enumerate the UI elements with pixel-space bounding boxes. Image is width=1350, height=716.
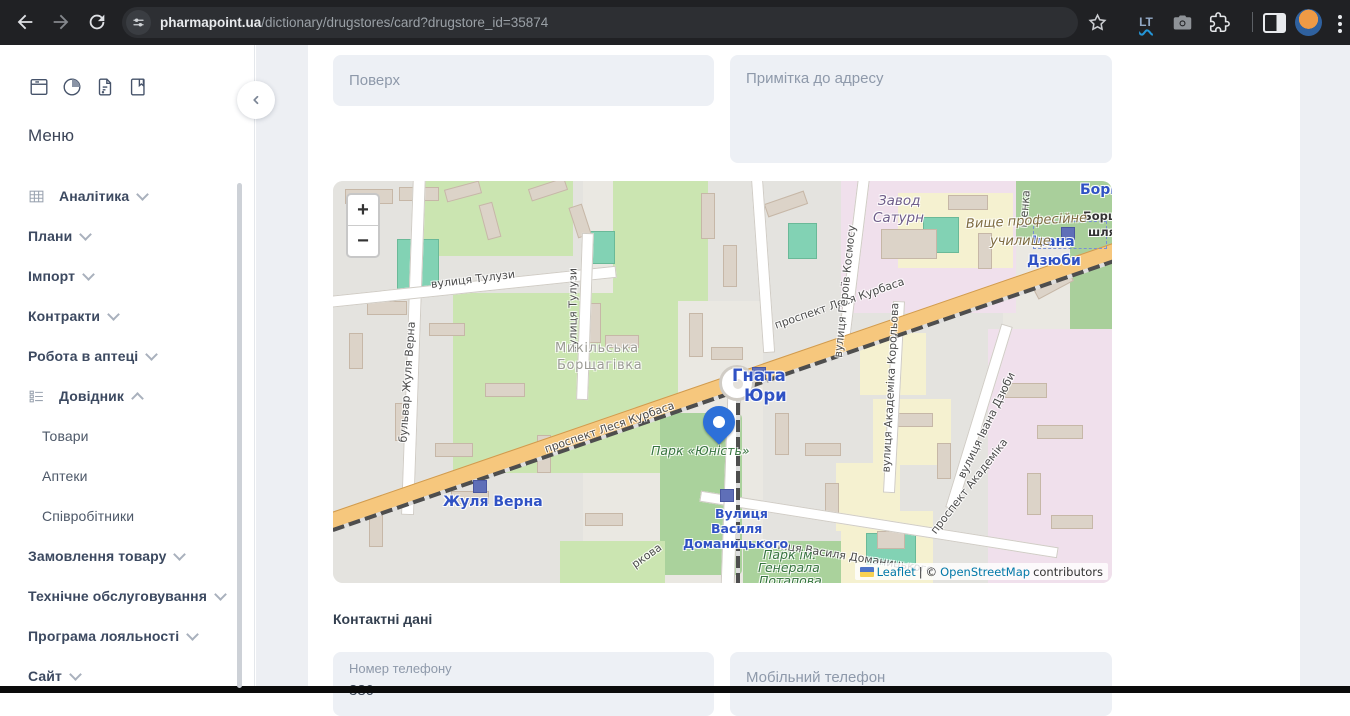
- list-icon: [28, 388, 45, 405]
- languagetool-extension-icon[interactable]: LT: [1134, 10, 1158, 34]
- map-tram-line: [736, 393, 740, 583]
- sidebar-subitem-employees[interactable]: Співробітники: [0, 496, 255, 536]
- sidebar-collapse-button[interactable]: [237, 81, 275, 119]
- document-icon[interactable]: [94, 76, 116, 98]
- map-label: Парк «Юність»: [651, 443, 750, 458]
- pie-chart-icon[interactable]: [61, 76, 83, 98]
- leaflet-link[interactable]: Leaflet: [877, 565, 916, 579]
- map-label: вулиця Тулузи: [567, 268, 580, 353]
- map-attribution: Leaflet | © OpenStreetMap contributors: [855, 563, 1108, 580]
- sidebar-item-dictionary[interactable]: Довідник: [0, 376, 255, 416]
- map-label: Потапова: [759, 573, 822, 583]
- side-panel-icon[interactable]: [1263, 13, 1286, 33]
- zoom-out-button[interactable]: −: [348, 226, 378, 256]
- toolbar-separator: [1252, 12, 1253, 32]
- floor-input[interactable]: [333, 55, 714, 106]
- floor-field: [333, 55, 714, 106]
- ukraine-flag-icon: [860, 567, 874, 577]
- map-label: Завод: [878, 193, 920, 209]
- forward-icon[interactable]: [50, 11, 72, 33]
- extensions-puzzle-icon[interactable]: [1207, 10, 1231, 34]
- grid-icon: [28, 188, 45, 205]
- sidebar-menu: Аналітика Плани Імпорт Контракти Робота …: [0, 176, 255, 696]
- back-icon[interactable]: [14, 11, 36, 33]
- url-text: pharmapoint.ua/dictionary/drugstores/car…: [160, 15, 548, 30]
- camera-extension-icon[interactable]: [1170, 10, 1194, 34]
- mobile-phone-input[interactable]: [730, 652, 1112, 703]
- sidebar-item-import[interactable]: Імпорт: [0, 256, 255, 296]
- map-label: Вулиця: [715, 506, 768, 521]
- zoom-in-button[interactable]: +: [348, 195, 378, 225]
- map-zoom-control: + −: [346, 193, 380, 258]
- browser-toolbar: pharmapoint.ua/dictionary/drugstores/car…: [0, 0, 1350, 45]
- archive-box-icon[interactable]: [28, 76, 50, 98]
- map-label: Борщагівка: [557, 358, 642, 373]
- map-sports-field: [788, 223, 817, 259]
- left-gutter: [256, 45, 308, 693]
- phone-number-label: Номер телефону: [349, 661, 698, 676]
- leaflet-map[interactable]: вулиця Тулузивулиця Тулузибульвар Жуля В…: [333, 181, 1112, 583]
- sidebar-item-goods-order[interactable]: Замовлення товару: [0, 536, 255, 576]
- map-label: Борщ: [1083, 209, 1112, 223]
- osm-link[interactable]: OpenStreetMap: [940, 565, 1030, 579]
- menu-title: Меню: [28, 126, 74, 146]
- reload-icon[interactable]: [86, 11, 108, 33]
- url-domain: pharmapoint.ua: [160, 15, 261, 30]
- phone-number-field: Номер телефону: [333, 652, 714, 716]
- sidebar-subitem-pharmacies[interactable]: Аптеки: [0, 456, 255, 496]
- map-label: Юри: [744, 386, 787, 405]
- map-green-area: [613, 181, 708, 301]
- map-label: шля: [1088, 225, 1112, 239]
- map-label: Сатурн: [873, 210, 924, 226]
- map-label: Борщ: [1080, 182, 1112, 198]
- contact-section-heading: Контактні дані: [333, 611, 432, 627]
- map-label: Дзюби: [1027, 253, 1081, 269]
- chevron-left-icon: [249, 93, 263, 107]
- map-label: училище: [990, 234, 1051, 249]
- right-gutter: [1300, 45, 1350, 693]
- profile-avatar[interactable]: [1295, 9, 1322, 36]
- sidebar-item-analytics[interactable]: Аналітика: [0, 176, 255, 216]
- sidebar-item-pharmacy-work[interactable]: Робота в аптеці: [0, 336, 255, 376]
- sidebar-item-plans[interactable]: Плани: [0, 216, 255, 256]
- sidebar-quick-icons: [28, 76, 149, 98]
- address-note-input[interactable]: [730, 55, 1112, 163]
- map-label: Микільська: [555, 341, 639, 356]
- browser-menu-icon[interactable]: [1337, 12, 1343, 36]
- bookmark-star-icon[interactable]: [1087, 12, 1108, 33]
- url-path: /dictionary/drugstores/card?drugstore_id…: [261, 15, 548, 30]
- sidebar-item-contracts[interactable]: Контракти: [0, 296, 255, 336]
- sidebar-subitem-goods[interactable]: Товари: [0, 416, 255, 456]
- bottom-black-bar: [0, 686, 1350, 693]
- sidebar-item-loyalty-program[interactable]: Програма лояльності: [0, 616, 255, 656]
- book-icon[interactable]: [127, 76, 149, 98]
- map-label: Жуля Верна: [443, 494, 543, 510]
- sidebar-scrollbar[interactable]: [237, 183, 242, 688]
- sidebar: Меню Аналітика Плани Імпорт Контракти Ро…: [0, 45, 255, 693]
- map-station-icon: [473, 480, 487, 493]
- address-note-field: [730, 55, 1112, 163]
- sidebar-item-maintenance[interactable]: Технічне обслуговування: [0, 576, 255, 616]
- address-bar[interactable]: pharmapoint.ua/dictionary/drugstores/car…: [122, 7, 1078, 38]
- map-station-icon: [720, 489, 734, 502]
- map-label: Гната: [732, 366, 786, 385]
- site-info-icon[interactable]: [126, 10, 151, 35]
- mobile-phone-field: [730, 652, 1112, 716]
- map-label: Василя: [711, 521, 762, 536]
